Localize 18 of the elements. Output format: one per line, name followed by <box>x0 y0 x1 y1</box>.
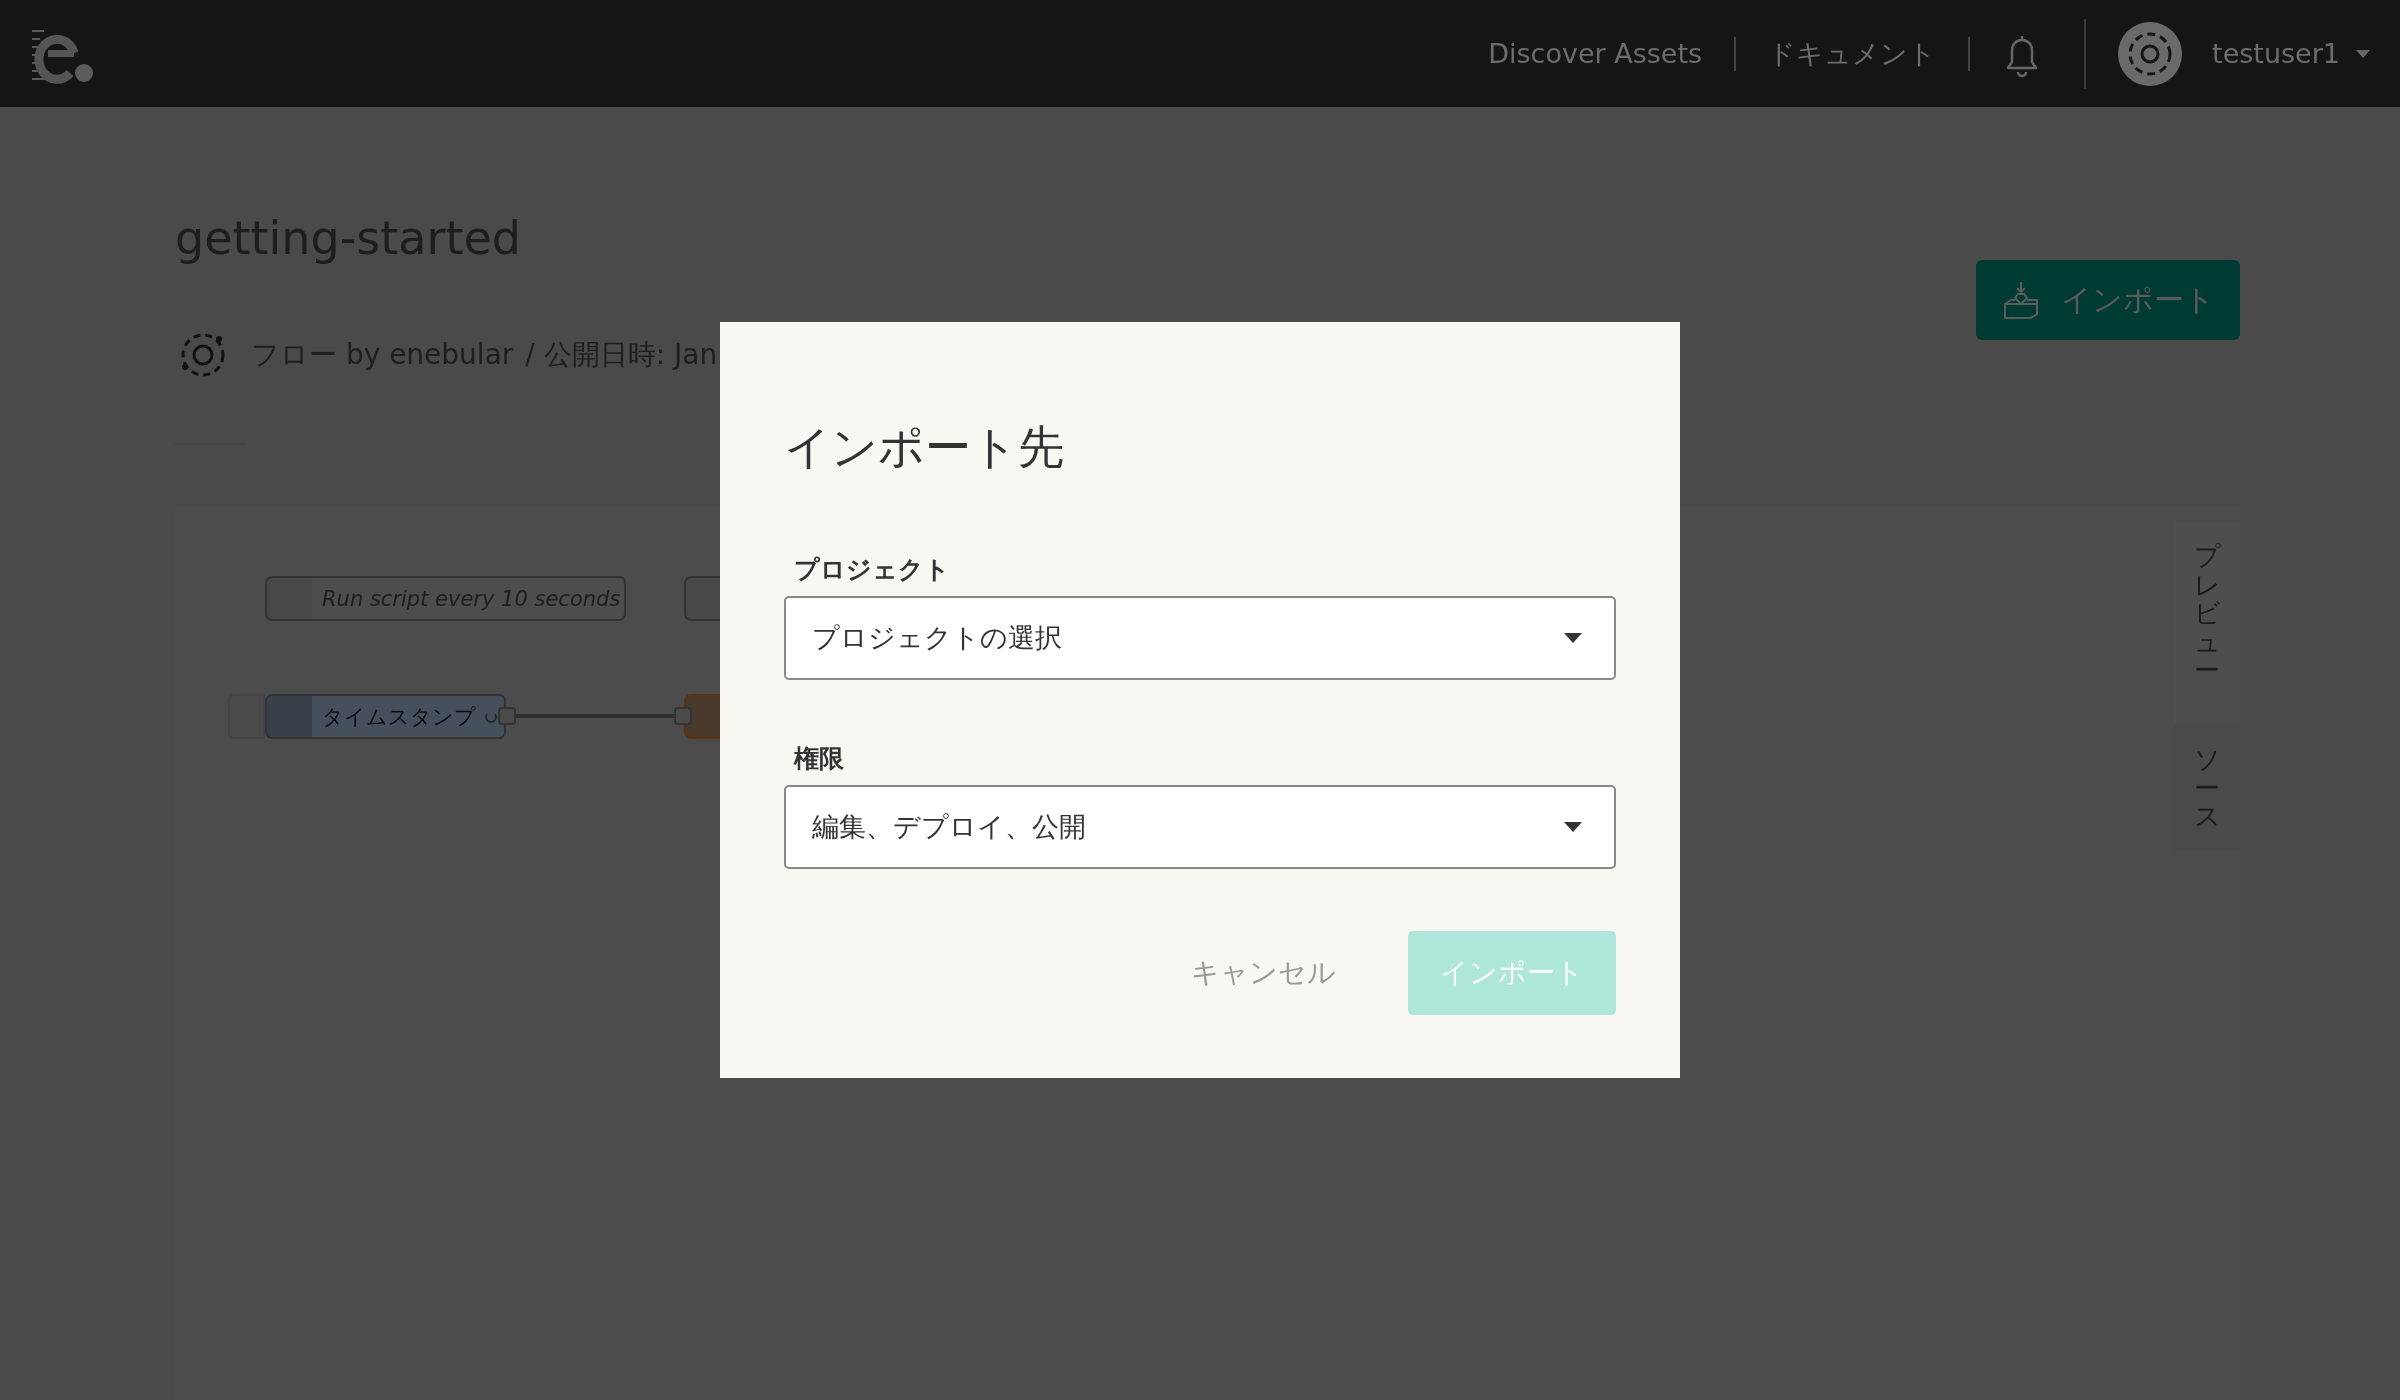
dropdown-field[interactable]: プロジェクトの選択 <box>784 596 1616 680</box>
caret-icon <box>1564 633 1582 643</box>
user-menu[interactable]: testuser1 <box>2212 38 2340 69</box>
import-button[interactable]: インポート <box>1976 260 2240 340</box>
node-port[interactable] <box>498 707 516 725</box>
nav-link[interactable]: Discover Assets <box>1488 38 1703 69</box>
node-port[interactable] <box>674 707 692 725</box>
field-label: プロジェクト <box>794 554 951 586</box>
cancel-button[interactable]: キャンセル <box>1159 931 1368 1015</box>
dropdown-field[interactable]: 編集、デプロイ、公開 <box>784 785 1616 869</box>
caret-icon <box>2356 49 2370 58</box>
nav-link[interactable]: ドキュメント <box>1768 35 1937 72</box>
dialog-title: インポート先 <box>784 419 1065 476</box>
caret-icon <box>1564 822 1582 832</box>
field-label: 権限 <box>794 743 845 775</box>
box-download-icon <box>2001 280 2041 320</box>
avatar-icon[interactable] <box>2118 21 2183 86</box>
flow-node[interactable]: タイムスタンプ <box>265 694 506 739</box>
